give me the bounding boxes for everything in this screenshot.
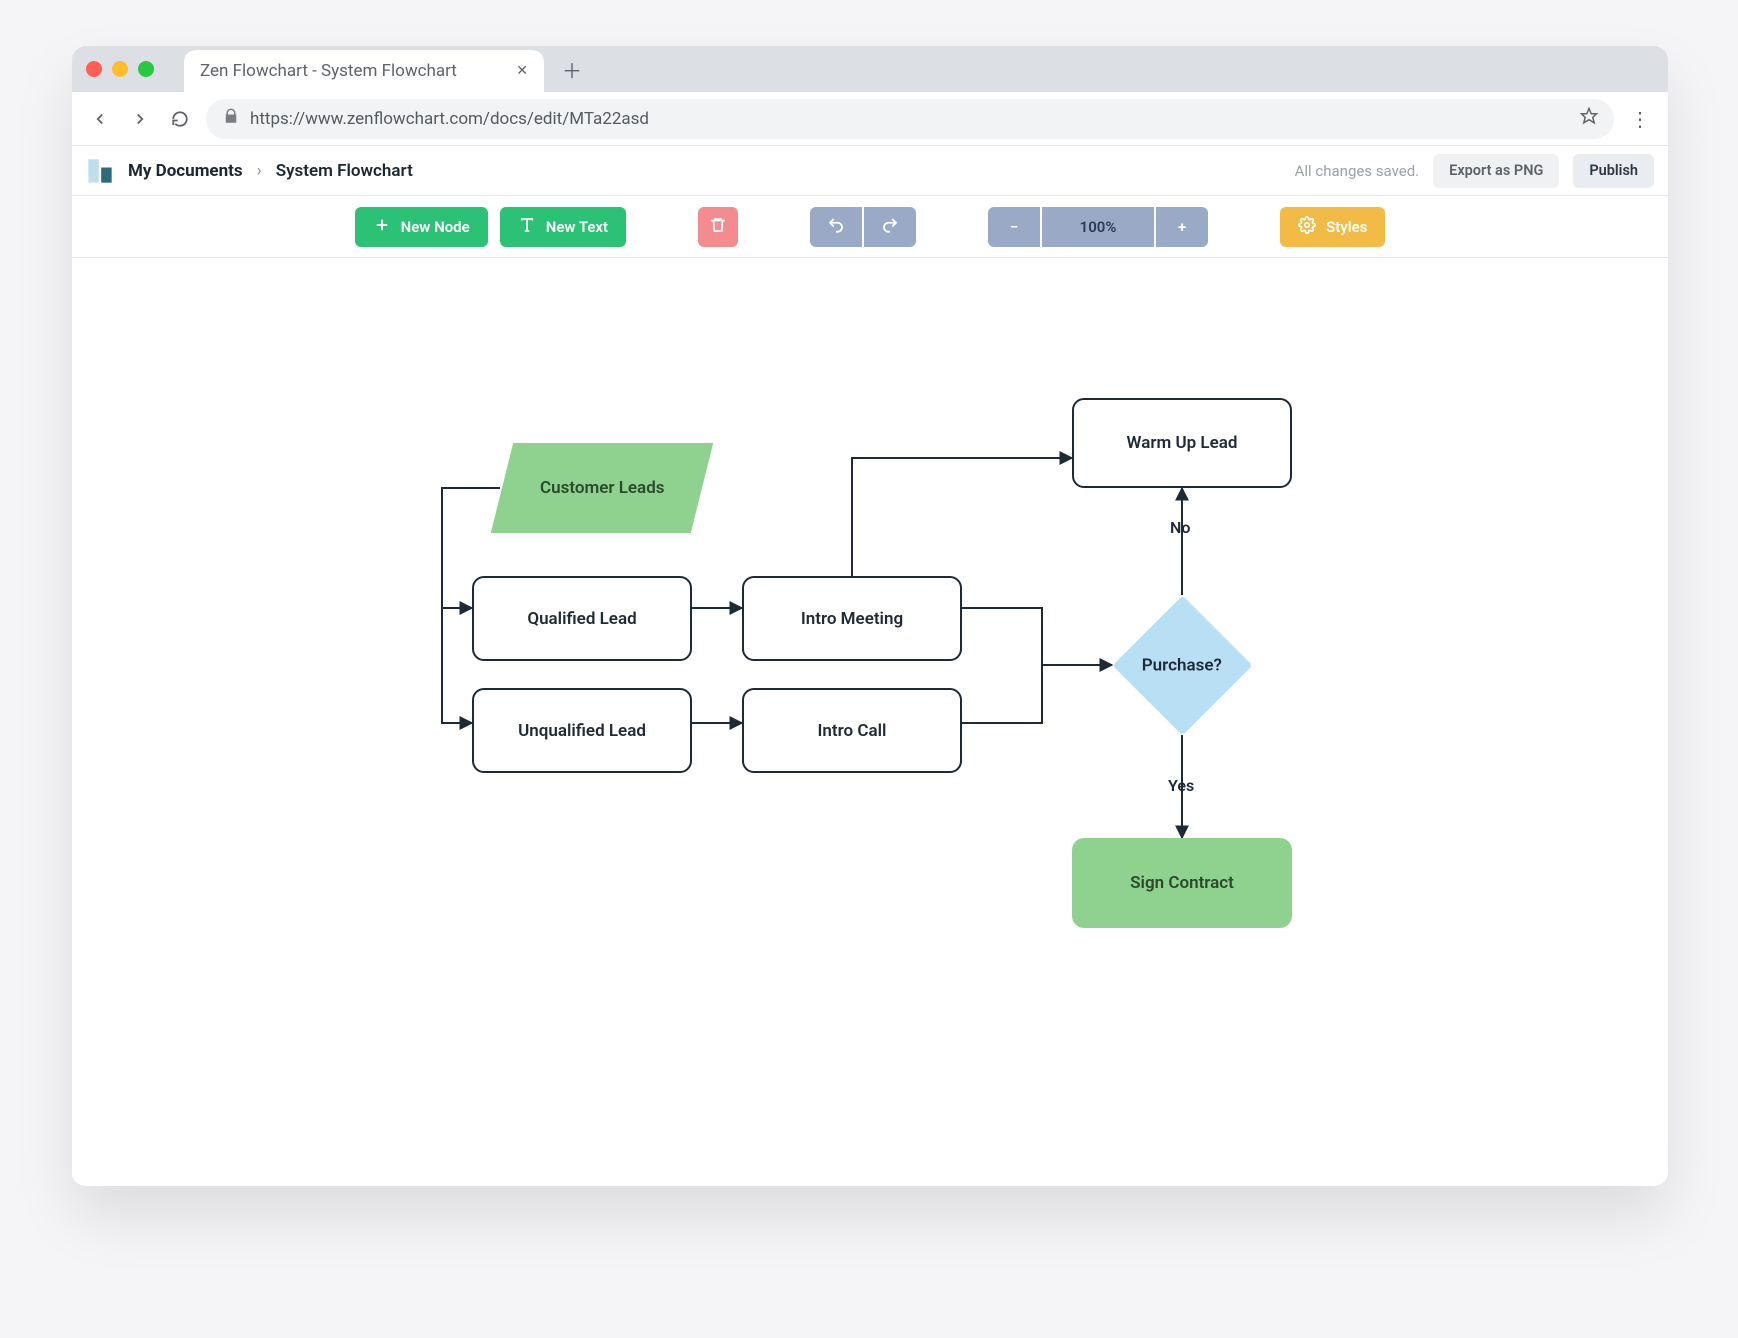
delete-button[interactable] [698,207,738,247]
app-header: My Documents › System Flowchart All chan… [72,146,1668,196]
node-label: Intro Meeting [801,609,903,629]
node-purchase-decision[interactable]: Purchase? [1112,595,1252,735]
flowchart-canvas[interactable]: Customer Leads Qualified Lead Unqualifie… [72,258,1668,1186]
zoom-value[interactable]: 100% [1042,207,1154,247]
edge-label-yes: Yes [1168,776,1194,795]
text-icon [518,216,536,238]
gear-icon [1298,216,1316,238]
minus-icon: − [1010,218,1018,236]
browser-window: Zen Flowchart - System Flowchart ✕ ＋ htt… [72,46,1668,1186]
node-sign-contract[interactable]: Sign Contract [1072,838,1292,928]
browser-menu-icon[interactable]: ⋮ [1626,107,1654,131]
undo-redo-group [810,207,916,247]
node-label: Warm Up Lead [1127,433,1238,453]
browser-tab-strip: Zen Flowchart - System Flowchart ✕ ＋ [72,46,1668,92]
new-tab-button[interactable]: ＋ [554,55,590,84]
new-node-label: New Node [401,218,470,236]
zoom-in-button[interactable]: + [1156,207,1208,247]
save-status: All changes saved. [1295,162,1420,180]
redo-icon [881,216,899,238]
plus-icon [373,216,391,238]
breadcrumb-current[interactable]: System Flowchart [276,161,413,181]
styles-button[interactable]: Styles [1280,207,1385,247]
node-customer-leads[interactable]: Customer Leads [502,443,702,533]
node-intro-meeting[interactable]: Intro Meeting [742,576,962,661]
publish-button[interactable]: Publish [1573,154,1654,188]
node-label: Sign Contract [1130,873,1234,893]
undo-icon [827,216,845,238]
undo-button[interactable] [810,207,862,247]
chevron-right-icon: › [257,161,262,181]
node-label: Unqualified Lead [518,721,646,741]
node-unqualified-lead[interactable]: Unqualified Lead [472,688,692,773]
export-png-button[interactable]: Export as PNG [1433,154,1559,188]
app-logo-icon[interactable] [86,157,114,185]
redo-button[interactable] [864,207,916,247]
browser-tab-title: Zen Flowchart - System Flowchart [200,61,502,81]
window-close-icon[interactable] [86,61,102,77]
new-node-button[interactable]: New Node [355,207,488,247]
window-maximize-icon[interactable] [138,61,154,77]
window-minimize-icon[interactable] [112,61,128,77]
node-label: Customer Leads [540,478,665,498]
browser-toolbar: https://www.zenflowchart.com/docs/edit/M… [72,92,1668,146]
zoom-out-button[interactable]: − [988,207,1040,247]
node-qualified-lead[interactable]: Qualified Lead [472,576,692,661]
node-warm-up-lead[interactable]: Warm Up Lead [1072,398,1292,488]
address-bar[interactable]: https://www.zenflowchart.com/docs/edit/M… [206,99,1614,139]
window-controls [86,46,174,92]
node-intro-call[interactable]: Intro Call [742,688,962,773]
new-text-label: New Text [546,218,608,236]
lock-icon [222,107,240,130]
back-button[interactable] [86,105,114,133]
new-text-button[interactable]: New Text [500,207,626,247]
breadcrumb-root[interactable]: My Documents [128,161,243,181]
reload-button[interactable] [166,105,194,133]
node-label: Qualified Lead [527,609,636,629]
browser-tab[interactable]: Zen Flowchart - System Flowchart ✕ [184,50,544,92]
app-toolbar: New Node New Text [72,196,1668,258]
trash-icon [709,216,727,238]
close-tab-icon[interactable]: ✕ [516,63,528,79]
plus-icon: + [1178,218,1186,236]
forward-button[interactable] [126,105,154,133]
address-url: https://www.zenflowchart.com/docs/edit/M… [250,109,649,129]
node-label: Purchase? [1142,655,1222,675]
zoom-group: − 100% + [988,207,1208,247]
edge-label-no: No [1170,518,1190,537]
stage: Zen Flowchart - System Flowchart ✕ ＋ htt… [0,0,1738,1338]
styles-label: Styles [1326,218,1367,236]
bookmark-icon[interactable] [1580,107,1598,130]
node-label: Intro Call [818,721,887,741]
